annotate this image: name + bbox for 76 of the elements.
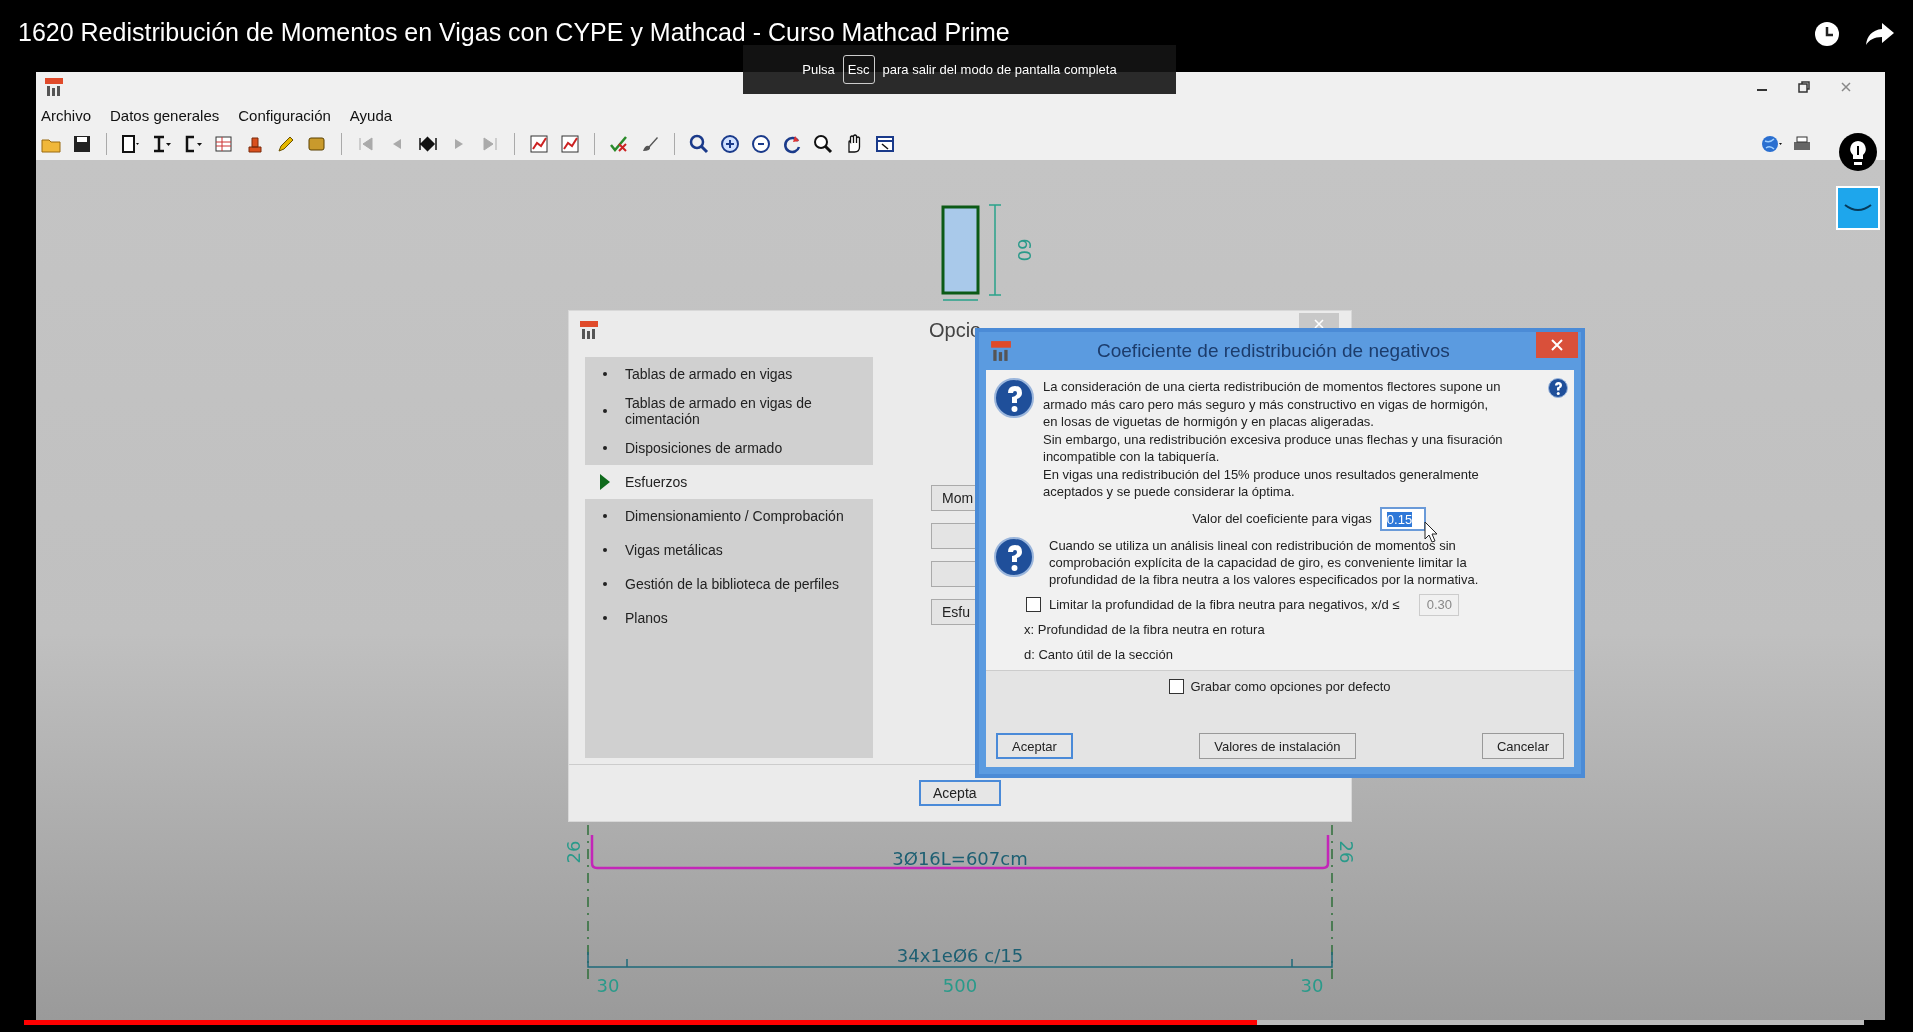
bullet-icon: [603, 582, 607, 586]
close-icon: [1314, 319, 1324, 329]
dialog-button[interactable]: Cancelar: [1481, 733, 1564, 759]
zoom-icon[interactable]: [688, 133, 710, 155]
chart-icon[interactable]: [559, 133, 581, 155]
list-item[interactable]: Tablas de armado en vigas: [585, 357, 873, 391]
legend-text: x: Profundidad de la fibra neutra en rotura: [1024, 621, 1266, 637]
dialog-button[interactable]: Aceptar: [996, 733, 1073, 759]
paragraph: En vigas una redistribución del 15% produce unos resultados generalmente aceptados y se puede considerar la óptima.: [1043, 465, 1480, 501]
list-item[interactable]: Planos: [585, 601, 873, 635]
app-icon: [44, 77, 64, 97]
accept-button[interactable]: Acepta: [919, 780, 1001, 806]
dimension-label: 30: [596, 975, 620, 996]
paragraph: Cuando se utiliza un análisis lineal con redistribución de momentos sin comprobación explícita de la capacidad de giro, es conveniente limitar la profundidad de la fibra neutra a los valores especificados por la normativa.: [1049, 536, 1480, 588]
legend-text: d: Canto útil de la sección: [1024, 646, 1174, 662]
list-item[interactable]: Vigas metálicas: [585, 533, 873, 567]
help-icon: [994, 378, 1034, 418]
restore-icon[interactable]: [1797, 80, 1811, 94]
progress-track[interactable]: [24, 1020, 1864, 1025]
video-title: 1620 Redistribución de Momentos en Vigas con CYPE y Mathcad - Curso Mathcad Prime: [18, 18, 1010, 47]
help-icon: [1548, 378, 1568, 398]
bullet-icon: [603, 616, 607, 620]
bullet-icon: [603, 514, 607, 518]
bullet-icon: [603, 409, 607, 413]
checkbox-label: Grabar como opciones por defecto: [1190, 678, 1391, 694]
key-label: Esc: [842, 55, 875, 84]
menu-item[interactable]: Ayuda: [349, 106, 393, 124]
menu-item[interactable]: Archivo: [41, 106, 92, 124]
menu-item[interactable]: Configuración: [238, 106, 331, 124]
notice-text: para salir del modo de pantalla completa: [882, 62, 1117, 77]
paragraph: La consideración de una cierta redistribución de momentos flectores supone un armado más caro pero más seguro y más constructivo en vigas de hormigón, en losas de viguetas de hormigón y en placas aligeradas.: [1043, 378, 1502, 431]
dimension-label: 30: [1300, 975, 1324, 996]
checkbox[interactable]: [1169, 678, 1185, 694]
menu-item[interactable]: Datos generales: [110, 106, 220, 124]
share-icon[interactable]: [1865, 21, 1895, 47]
list-item[interactable]: Tablas de armado en vigas de cimentación: [585, 391, 873, 431]
dimension-label: 26: [1336, 840, 1357, 864]
dialog-button[interactable]: Valores de instalación: [1199, 733, 1356, 759]
dimension-label: 26: [563, 840, 584, 864]
globe-icon[interactable]: [1760, 133, 1782, 155]
app-icon: [990, 340, 1012, 362]
window-icon[interactable]: [874, 133, 896, 155]
paragraph: Sin embargo, una redistribución excesiva produce unas flechas y una fisuración incompatible con la tabiquería.: [1043, 430, 1504, 466]
page-icon[interactable]: [120, 133, 142, 155]
list-item[interactable]: Disposiciones de armado: [585, 431, 873, 465]
close-icon[interactable]: [1839, 80, 1853, 94]
search-icon[interactable]: [812, 133, 834, 155]
clock-icon[interactable]: [1813, 20, 1841, 48]
dimension-label: 500: [942, 975, 978, 996]
help-icon: [994, 536, 1034, 577]
double-arrow-icon[interactable]: [417, 133, 439, 155]
stirrup-label: 34x1eØ6 c/15: [896, 945, 1024, 966]
notice-text: Pulsa: [802, 62, 835, 77]
zoom-icon[interactable]: [719, 133, 741, 155]
bullet-icon: [603, 446, 607, 450]
save-icon[interactable]: [71, 133, 93, 155]
tool-button[interactable]: [1836, 186, 1880, 230]
zoom-icon[interactable]: [750, 133, 772, 155]
close-button[interactable]: [1536, 332, 1578, 358]
chart-icon[interactable]: [528, 133, 550, 155]
mouse-cursor-icon: [1423, 520, 1438, 543]
app-icon: [579, 320, 599, 340]
checkbox-label: Limitar la profundidad de la fibra neutra para negativos, x/d ≤: [1049, 597, 1400, 612]
dialog-title: Coeficiente de redistribución de negativos: [1097, 340, 1450, 362]
arrow-icon: [600, 474, 610, 490]
rebar-label: 3Ø16L=607cm: [892, 848, 1028, 869]
field-label: Valor del coeficiente para vigas: [1192, 511, 1372, 526]
dimension-label: 60: [1014, 238, 1035, 262]
list-item[interactable]: Dimensionamiento / Comprobación: [585, 499, 873, 533]
lightbulb-icon[interactable]: [1839, 133, 1877, 171]
beam-icon[interactable]: [151, 133, 173, 155]
table-icon[interactable]: [213, 133, 235, 155]
bullet-icon: [603, 548, 607, 552]
list-item[interactable]: Gestión de la biblioteca de perfiles: [585, 567, 873, 601]
close-icon: [1551, 339, 1563, 351]
bullet-icon: [603, 372, 607, 376]
